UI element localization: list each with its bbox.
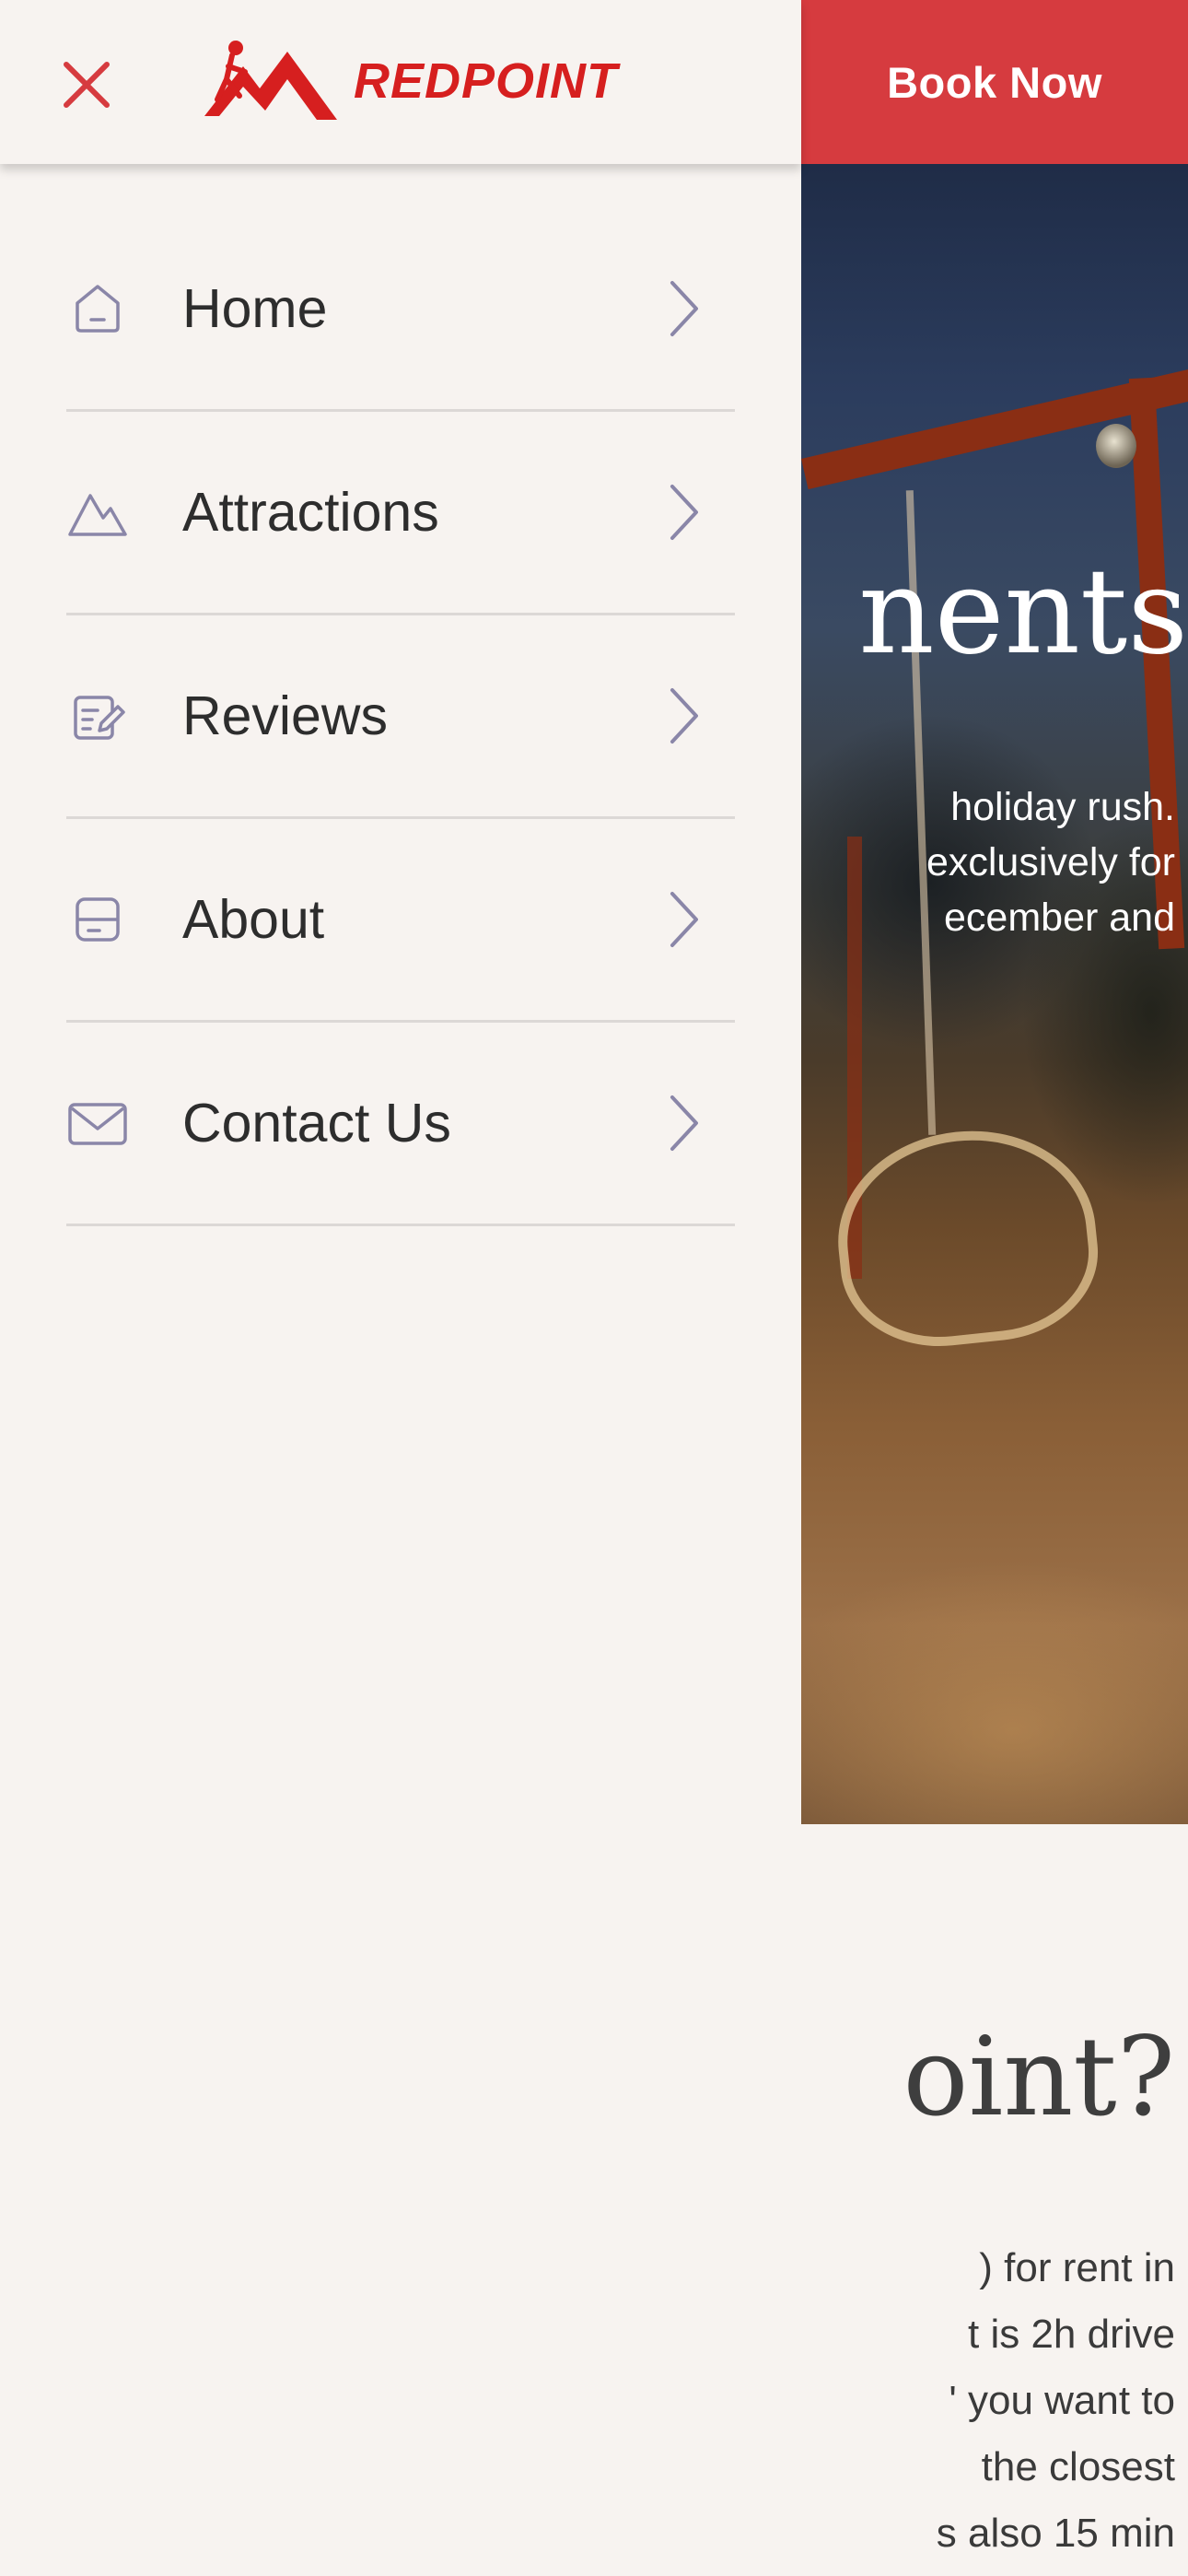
section-text-line: the closest	[981, 2444, 1175, 2489]
book-now-button[interactable]: Book Now	[801, 0, 1188, 164]
home-icon	[66, 277, 129, 340]
menu-item-label: Home	[182, 278, 328, 339]
section-text: ) for rent in t is 2h drive ' you want t…	[779, 2235, 1175, 2567]
chevron-right-icon	[665, 1092, 702, 1154]
mountain-icon	[66, 481, 129, 544]
climber-mountain-logo	[204, 41, 337, 120]
close-icon[interactable]	[57, 55, 116, 114]
brand-logo[interactable]: REDPOINT	[199, 35, 618, 127]
section-title-fragment: oint?	[903, 2013, 1175, 2140]
hero-text-line: ecember and	[944, 896, 1175, 940]
section-text-line: ) for rent in	[979, 2245, 1175, 2290]
page: Book Now nents holiday rush. exclusively…	[0, 0, 1188, 2576]
hero-text: holiday rush. exclusively for ecember an…	[770, 779, 1175, 945]
menu-item-contact[interactable]: Contact Us	[66, 1023, 735, 1226]
menu-item-label: Contact Us	[182, 1093, 451, 1153]
menu-item-label: Reviews	[182, 685, 388, 746]
section-text-line: t is 2h drive	[968, 2312, 1175, 2357]
chevron-right-icon	[665, 481, 702, 544]
brand-name: REDPOINT	[354, 53, 619, 109]
hero-title-fragment: nents	[858, 544, 1188, 681]
hero-text-line: holiday rush.	[950, 785, 1175, 829]
nav-drawer: REDPOINT Home Attractions Reviews About …	[0, 0, 801, 2576]
menu-item-label: About	[182, 889, 325, 950]
section-text-line: ' you want to	[949, 2378, 1175, 2423]
menu-item-label: Attractions	[182, 482, 439, 543]
menu-item-attractions[interactable]: Attractions	[66, 412, 735, 615]
menu-item-home[interactable]: Home	[66, 208, 735, 412]
hero-image	[801, 164, 1188, 1824]
mail-icon	[66, 1092, 129, 1154]
drawer-header: REDPOINT	[0, 0, 801, 164]
hero-text-line: exclusively for	[926, 840, 1175, 884]
panel-icon	[66, 888, 129, 951]
menu-item-about[interactable]: About	[66, 819, 735, 1023]
menu-item-reviews[interactable]: Reviews	[66, 615, 735, 819]
nav-menu: Home Attractions Reviews About Contact U…	[66, 208, 735, 1226]
chevron-right-icon	[665, 685, 702, 747]
chevron-right-icon	[665, 888, 702, 951]
chevron-right-icon	[665, 277, 702, 340]
section-text-line: s also 15 min	[936, 2511, 1175, 2556]
lantern	[1096, 424, 1136, 468]
edit-note-icon	[66, 685, 129, 747]
